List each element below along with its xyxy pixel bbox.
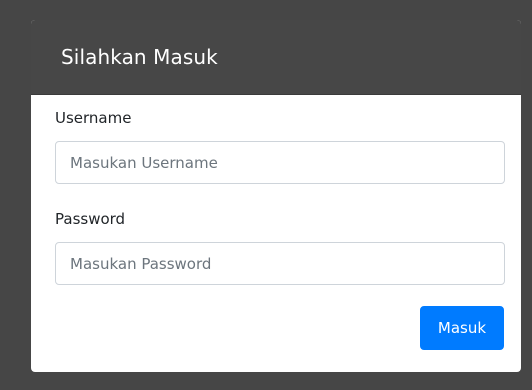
username-label: Username — [55, 109, 132, 127]
login-button[interactable]: Masuk — [420, 306, 504, 350]
page-title: Silahkan Masuk — [61, 45, 218, 69]
card-header: Silahkan Masuk — [31, 20, 521, 95]
username-input[interactable] — [55, 141, 505, 184]
password-label: Password — [55, 210, 126, 228]
login-card: Silahkan Masuk Username Password Masuk — [31, 20, 521, 372]
password-input[interactable] — [55, 242, 505, 285]
